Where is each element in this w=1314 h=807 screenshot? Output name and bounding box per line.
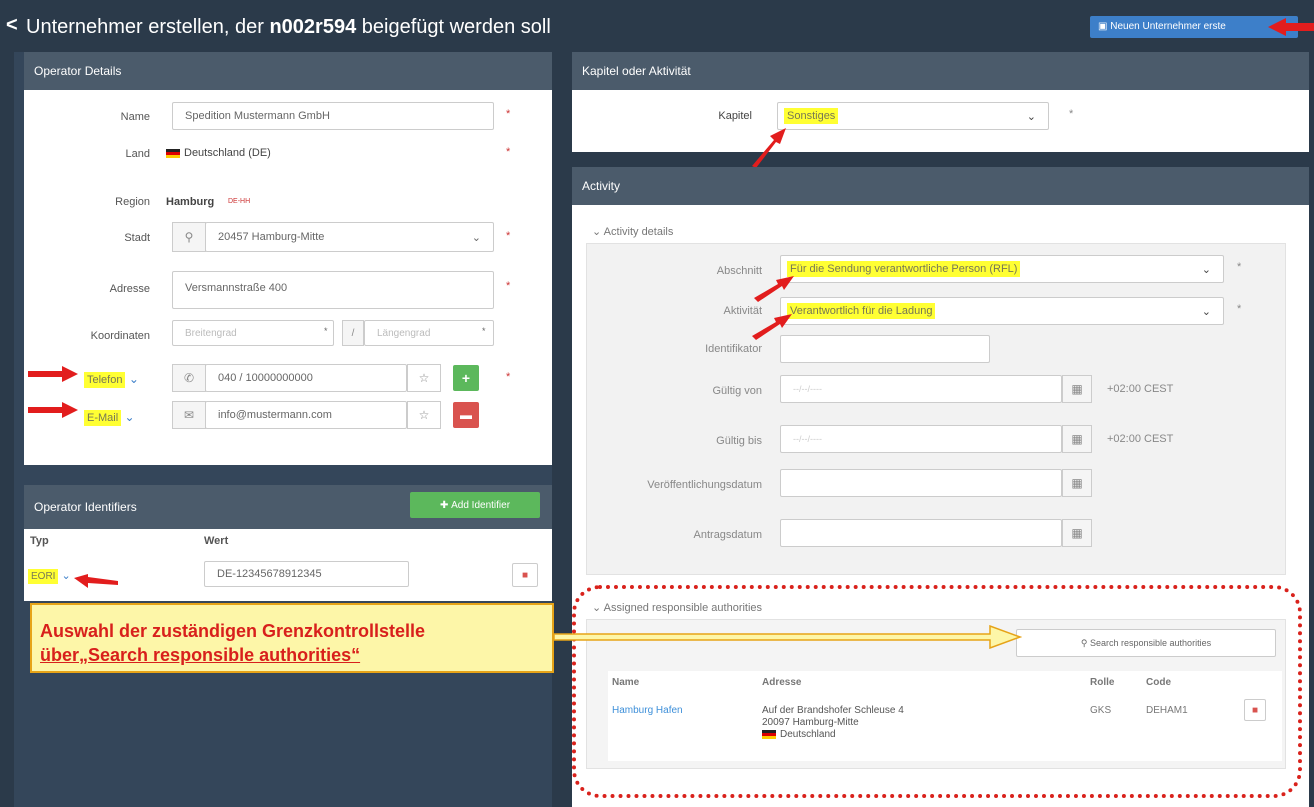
adresse-label: Adresse bbox=[109, 283, 150, 295]
wert-header: Wert bbox=[204, 535, 229, 547]
red-arrow-icon bbox=[28, 366, 78, 382]
delete-icon[interactable]: ■ bbox=[512, 563, 538, 587]
red-arrow-icon bbox=[754, 276, 794, 302]
search-icon: ⚲ bbox=[172, 222, 206, 252]
abschnitt-select[interactable]: Für die Sendung verantwortliche Person (… bbox=[780, 255, 1224, 283]
activity-heading: Activity bbox=[572, 167, 1309, 205]
star-icon[interactable]: ☆ bbox=[407, 401, 441, 429]
required-marker: * bbox=[1237, 303, 1242, 315]
identifikator-input[interactable] bbox=[780, 335, 990, 363]
veroeffentlichung-input[interactable] bbox=[780, 469, 1062, 497]
chevron-down-icon: ⌄ bbox=[592, 226, 604, 238]
timezone-label: +02:00 CEST bbox=[1107, 433, 1174, 445]
aktivitaet-select[interactable]: Verantwortlich für die Ladung ⌄ bbox=[780, 297, 1224, 325]
telefon-label: Telefon ⌄ bbox=[84, 372, 139, 388]
gueltig-bis-input[interactable]: --/--/---- bbox=[780, 425, 1062, 453]
email-input[interactable]: info@mustermann.com bbox=[205, 401, 407, 429]
page-title: Unternehmer erstellen, der n002r594 beig… bbox=[26, 16, 551, 38]
stadt-label: Stadt bbox=[124, 232, 150, 244]
callout-arrow-icon bbox=[554, 625, 1022, 649]
add-identifier-button[interactable]: ✚ Add Identifier bbox=[410, 492, 540, 518]
adresse-textarea[interactable]: Versmannstraße 400 bbox=[172, 271, 494, 309]
chevron-down-icon: ⌄ bbox=[125, 372, 139, 386]
identifier-value-input[interactable]: DE-12345678912345 bbox=[204, 561, 409, 587]
koordinaten-label: Koordinaten bbox=[90, 330, 150, 342]
region-label: Region bbox=[115, 196, 150, 208]
chevron-down-icon: ⌄ bbox=[1201, 305, 1211, 318]
chevron-down-icon: ⌄ bbox=[58, 570, 71, 582]
red-arrow-icon bbox=[74, 574, 118, 588]
name-label: Name bbox=[120, 111, 150, 123]
region-code: DE-HH bbox=[228, 198, 251, 205]
red-arrow-icon bbox=[752, 128, 786, 168]
gueltig-bis-label: Gültig bis bbox=[716, 435, 762, 447]
chevron-down-icon: ⌄ bbox=[471, 231, 481, 244]
identifikator-label: Identifikator bbox=[705, 343, 762, 355]
required-marker: * bbox=[324, 326, 328, 336]
operator-identifiers-table: Typ Wert EORI ⌄ DE-12345678912345 ■ bbox=[24, 529, 552, 601]
page-header: < Unternehmer erstellen, der n002r594 be… bbox=[0, 0, 1314, 52]
telefon-input[interactable]: 040 / 10000000000 bbox=[205, 364, 407, 392]
latitude-input[interactable]: Breitengrad bbox=[172, 320, 334, 346]
region-value: Hamburg bbox=[166, 196, 215, 208]
aktivitaet-label: Aktivität bbox=[723, 305, 762, 317]
chevron-down-icon: ⌄ bbox=[121, 410, 135, 424]
typ-select[interactable]: EORI ⌄ bbox=[28, 569, 71, 584]
star-icon[interactable]: ☆ bbox=[407, 364, 441, 392]
required-marker: * bbox=[506, 280, 511, 292]
phone-icon: ✆ bbox=[172, 364, 206, 392]
instruction-callout: Auswahl der zuständigen Grenzkontrollste… bbox=[30, 603, 554, 673]
operator-details-panel: Name Spedition Mustermann GmbH * Land De… bbox=[24, 90, 552, 465]
veroeffentlichung-label: Veröffentlichungsdatum bbox=[647, 479, 762, 491]
gueltig-von-label: Gültig von bbox=[712, 385, 762, 397]
required-marker: * bbox=[506, 371, 511, 383]
add-phone-button[interactable]: + bbox=[453, 365, 479, 391]
land-label: Land bbox=[125, 148, 150, 160]
calendar-icon[interactable]: ▦ bbox=[1062, 375, 1092, 403]
stadt-select[interactable]: 20457 Hamburg-Mitte ⌄ bbox=[205, 222, 494, 252]
chevron-down-icon: ⌄ bbox=[1201, 263, 1211, 276]
required-marker: * bbox=[1237, 261, 1242, 273]
kapitel-panel: Kapitel Sonstiges ⌄ * bbox=[572, 90, 1309, 152]
required-marker: * bbox=[506, 146, 511, 158]
calendar-icon[interactable]: ▦ bbox=[1062, 519, 1092, 547]
required-marker: * bbox=[506, 230, 511, 242]
name-input[interactable]: Spedition Mustermann GmbH bbox=[172, 102, 494, 130]
callout-line-2: über„Search responsible authorities“ bbox=[40, 645, 361, 665]
calendar-icon[interactable]: ▦ bbox=[1062, 469, 1092, 497]
plus-icon: ✚ bbox=[439, 499, 452, 511]
create-operator-button[interactable]: ▣ Neuen Unternehmer erste bbox=[1090, 16, 1298, 38]
envelope-icon: ✉ bbox=[172, 401, 206, 429]
red-arrow-icon bbox=[752, 314, 792, 340]
red-arrow-icon bbox=[28, 402, 78, 418]
red-arrow-icon bbox=[1268, 18, 1314, 36]
remove-email-button[interactable]: ▬ bbox=[453, 402, 479, 428]
kapitel-heading: Kapitel oder Aktivität bbox=[572, 52, 1309, 90]
abschnitt-label: Abschnitt bbox=[716, 265, 762, 277]
calendar-icon[interactable]: ▦ bbox=[1062, 425, 1092, 453]
kapitel-label: Kapitel bbox=[718, 110, 752, 122]
longitude-input[interactable]: Längengrad bbox=[364, 320, 494, 346]
timezone-label: +02:00 CEST bbox=[1107, 383, 1174, 395]
german-flag-icon bbox=[166, 148, 180, 158]
email-label: E-Mail ⌄ bbox=[84, 410, 135, 426]
required-marker: * bbox=[506, 108, 511, 120]
activity-details-toggle[interactable]: ⌄ Activity details bbox=[592, 225, 673, 238]
operator-details-heading: Operator Details bbox=[24, 52, 552, 90]
typ-header: Typ bbox=[30, 535, 49, 547]
slash-separator: / bbox=[342, 320, 364, 346]
back-chevron-icon[interactable]: < bbox=[6, 14, 18, 37]
required-marker: * bbox=[1069, 108, 1074, 120]
chevron-down-icon: ⌄ bbox=[1026, 110, 1036, 123]
callout-line-1: Auswahl der zuständigen Grenzkontrollste… bbox=[40, 621, 426, 641]
kapitel-select[interactable]: Sonstiges ⌄ bbox=[777, 102, 1049, 130]
highlight-dotted-outline bbox=[572, 585, 1302, 798]
save-icon: ▣ bbox=[1098, 21, 1111, 32]
antrag-label: Antragsdatum bbox=[693, 529, 762, 541]
gueltig-von-input[interactable]: --/--/---- bbox=[780, 375, 1062, 403]
land-select[interactable]: Deutschland (DE) bbox=[160, 140, 360, 166]
required-marker: * bbox=[482, 326, 486, 336]
antrag-input[interactable] bbox=[780, 519, 1062, 547]
